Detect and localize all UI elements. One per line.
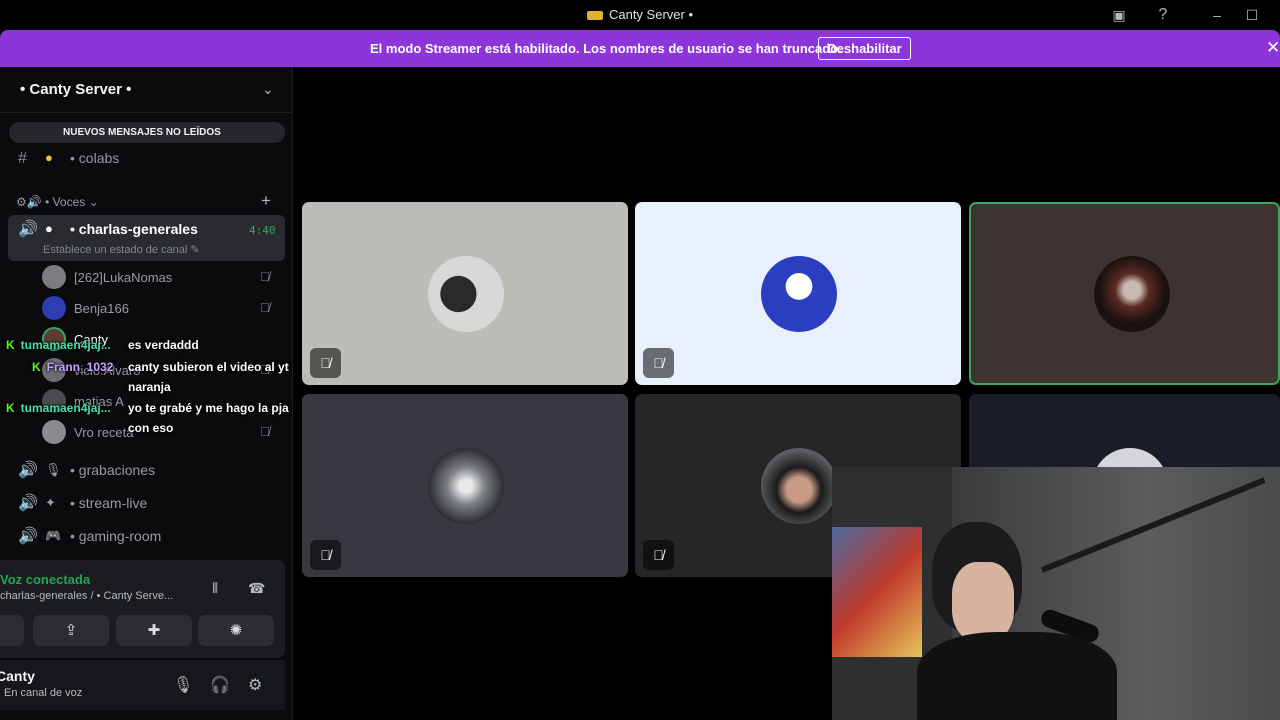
chat-message: K Frann_1032 — [32, 360, 114, 374]
speaker-icon: 🔊 — [18, 528, 38, 545]
participant-tile[interactable]: 🎙̸ — [635, 202, 961, 385]
muted-icon: 🎙̸ — [310, 540, 341, 570]
webcam-overlay — [832, 467, 1280, 720]
chat-text: naranja — [128, 380, 171, 394]
handshake-icon: ● — [45, 150, 53, 165]
call-timer: 4:40 — [249, 224, 276, 237]
channel-colabs[interactable]: # ● • colabs — [8, 144, 285, 174]
add-channel-icon[interactable]: + — [261, 191, 271, 211]
avatar — [761, 256, 837, 332]
muted-icon: 🎙̸ — [260, 424, 270, 439]
channel-label: • charlas-generales — [70, 221, 198, 237]
chat-text: canty subieron el video al yt — [128, 360, 289, 374]
chat-message: Ktumamaen4jaj... — [6, 401, 111, 415]
chat-message: Ktumamaen4jaj... — [6, 338, 111, 352]
person-shirt — [917, 632, 1117, 720]
avatar — [1094, 256, 1170, 332]
server-logo-icon — [586, 11, 603, 21]
help-icon[interactable]: ? — [1152, 5, 1174, 25]
muted-icon: 🎙̸ — [260, 269, 270, 284]
unread-messages-pill[interactable]: NUEVOS MENSAJES NO LEÍDOS — [9, 122, 285, 143]
avatar — [42, 265, 66, 289]
voice-user[interactable]: [262]LukaNomas 🎙̸ — [42, 265, 285, 291]
channel-label: • stream-live — [70, 495, 148, 511]
username[interactable]: Canty — [0, 668, 35, 684]
microphone-icon: 🎙 — [45, 462, 62, 477]
voice-channel-grabaciones[interactable]: 🔊 🎙 • grabaciones — [8, 456, 285, 486]
channel-label: • colabs — [70, 150, 120, 166]
muted-icon: 🎙̸ — [643, 540, 674, 570]
screen-share-button[interactable]: ⇪ — [33, 615, 109, 646]
chat-text: yo te grabé y me hago la pja — [128, 401, 289, 415]
microphone-icon[interactable]: 🎙 — [173, 675, 193, 695]
voice-channel-gaming-room[interactable]: 🔊 🎮 • gaming-room — [8, 522, 285, 552]
chevron-down-icon[interactable]: ⌄ — [262, 81, 274, 98]
voice-location[interactable]: charlas-generales / • Canty Serve... — [0, 590, 173, 602]
disconnect-icon[interactable]: ☎ — [248, 580, 265, 597]
avatar — [428, 448, 504, 524]
voice-user[interactable]: Benja166 🎙̸ — [42, 296, 285, 322]
category-voces[interactable]: ⚙🔊 • Voces ⌄ — [16, 195, 99, 209]
banner-message: El modo Streamer está habilitado. Los no… — [370, 41, 842, 56]
headphones-icon[interactable]: 🎧 — [210, 675, 230, 695]
participant-tile[interactable]: 🎙̸ — [302, 394, 628, 577]
maximize-button[interactable]: ☐ — [1241, 5, 1263, 25]
streamer-mode-banner: El modo Streamer está habilitado. Los no… — [0, 30, 1280, 67]
gear-icon[interactable]: ⚙ — [248, 675, 262, 695]
avatar — [761, 448, 837, 524]
muted-icon: 🎙̸ — [310, 348, 341, 378]
participant-tile[interactable]: 🎙̸ — [302, 202, 628, 385]
user-panel: Canty En canal de voz 🎙 🎧 ⚙ — [0, 660, 285, 710]
voice-channel-stream-live[interactable]: 🔊 ✦ • stream-live — [8, 489, 285, 519]
user-status: En canal de voz — [4, 687, 83, 699]
window-title: Canty Server • — [0, 7, 1280, 22]
server-name: • Canty Server • — [20, 81, 132, 98]
minimize-button[interactable]: – — [1206, 5, 1228, 25]
activities-button[interactable]: ✚ — [116, 615, 192, 646]
speaker-icon: 🔊 — [18, 462, 38, 479]
disable-streamer-button[interactable]: Deshabilitar — [818, 37, 911, 60]
channel-label: • gaming-room — [70, 528, 162, 544]
voice-status[interactable]: Voz conectada — [0, 572, 90, 587]
person-face — [952, 562, 1014, 642]
chat-text: es verdaddd — [128, 338, 199, 352]
speaker-icon: 🔊 — [18, 221, 38, 238]
kick-icon: K — [6, 338, 15, 352]
poster — [832, 527, 922, 657]
speaker-icon: 🔊 — [18, 495, 38, 512]
channel-label: • grabaciones — [70, 462, 156, 478]
stream-icon: ✦ — [45, 495, 56, 510]
voice-connection-panel: Voz conectada charlas-generales / • Cant… — [0, 560, 285, 658]
title-bar: Canty Server • ▣ ? – ☐ — [0, 0, 1280, 30]
avatar — [42, 296, 66, 320]
channel-status[interactable]: Establece un estado de canal ✎ — [43, 243, 200, 256]
speech-bubble-icon: ● — [45, 221, 53, 236]
voice-channel-charlas-generales[interactable]: 🔊 ● • charlas-generales 4:40 Establece u… — [8, 215, 285, 261]
hash-icon: # — [18, 150, 27, 167]
kick-icon: K — [32, 360, 41, 374]
inbox-icon[interactable]: ▣ — [1108, 5, 1130, 25]
kick-icon: K — [6, 401, 15, 415]
avatar — [42, 420, 66, 444]
muted-icon: 🎙̸ — [643, 348, 674, 378]
camera-button[interactable]: ▭ — [0, 615, 24, 646]
noise-suppression-icon[interactable]: ⦀ — [212, 580, 218, 597]
gamepad-icon: 🎮 — [45, 528, 62, 543]
close-icon[interactable]: ✕ — [1266, 38, 1280, 58]
soundboard-button[interactable]: ✺ — [198, 615, 274, 646]
participant-tile-speaking[interactable] — [969, 202, 1280, 385]
chat-text: con eso — [128, 421, 174, 435]
avatar — [428, 256, 504, 332]
server-header[interactable]: • Canty Server • ⌄ — [0, 67, 293, 113]
muted-icon: 🎙̸ — [260, 300, 270, 315]
